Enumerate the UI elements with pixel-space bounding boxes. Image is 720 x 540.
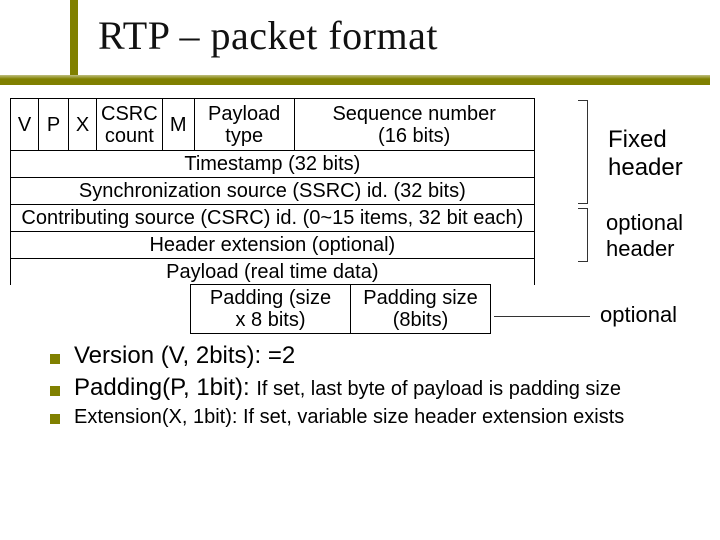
field-v: V [11, 99, 39, 151]
title-accent-vertical [70, 0, 78, 82]
padding-table: Padding (size x 8 bits) Padding size (8b… [190, 284, 491, 334]
slide-title: RTP – packet format [98, 12, 438, 59]
packet-table: V P X CSRC count M Payload type Sequence… [10, 98, 535, 285]
bullet-icon [50, 386, 60, 396]
bullet-padding-main: Padding(P, 1bit): [74, 374, 256, 401]
annotation-optional-header: optional header [606, 210, 683, 262]
field-header-extension: Header extension (optional) [11, 232, 535, 259]
field-payload-type: Payload type [194, 99, 294, 151]
bullet-icon [50, 354, 60, 364]
field-timestamp: Timestamp (32 bits) [11, 151, 535, 178]
annotation-fixed-header: Fixed header [608, 126, 683, 182]
field-csrc-count: CSRC count [97, 99, 163, 151]
field-m: M [162, 99, 194, 151]
bullet-version: Version (V, 2bits): =2 [50, 342, 710, 370]
field-padding-body: Padding (size x 8 bits) [191, 285, 351, 334]
field-x: X [69, 99, 97, 151]
field-p: P [39, 99, 69, 151]
bullet-version-text: Version (V, 2bits): =2 [74, 342, 295, 370]
bullet-icon [50, 414, 60, 424]
field-sequence-number: Sequence number (16 bits) [294, 99, 534, 151]
title-accent-horizontal [0, 75, 710, 85]
field-payload: Payload (real time data) [11, 259, 535, 286]
line-optional [494, 316, 590, 317]
field-ssrc: Synchronization source (SSRC) id. (32 bi… [11, 178, 535, 205]
field-padding-size: Padding size (8bits) [351, 285, 491, 334]
bullet-extension: Extension(X, 1bit): If set, variable siz… [50, 406, 710, 429]
annotation-optional: optional [600, 302, 677, 328]
field-csrc-list: Contributing source (CSRC) id. (0~15 ite… [11, 205, 535, 232]
packet-diagram: V P X CSRC count M Payload type Sequence… [10, 98, 710, 334]
brace-fixed-header [578, 100, 588, 204]
bullet-extension-text: Extension(X, 1bit): If set, variable siz… [74, 406, 624, 429]
brace-optional-header [578, 208, 588, 262]
bullet-padding: Padding(P, 1bit): If set, last byte of p… [50, 374, 710, 402]
bullet-padding-sub: If set, last byte of payload is padding … [256, 378, 621, 400]
bullet-list: Version (V, 2bits): =2 Padding(P, 1bit):… [10, 342, 710, 429]
